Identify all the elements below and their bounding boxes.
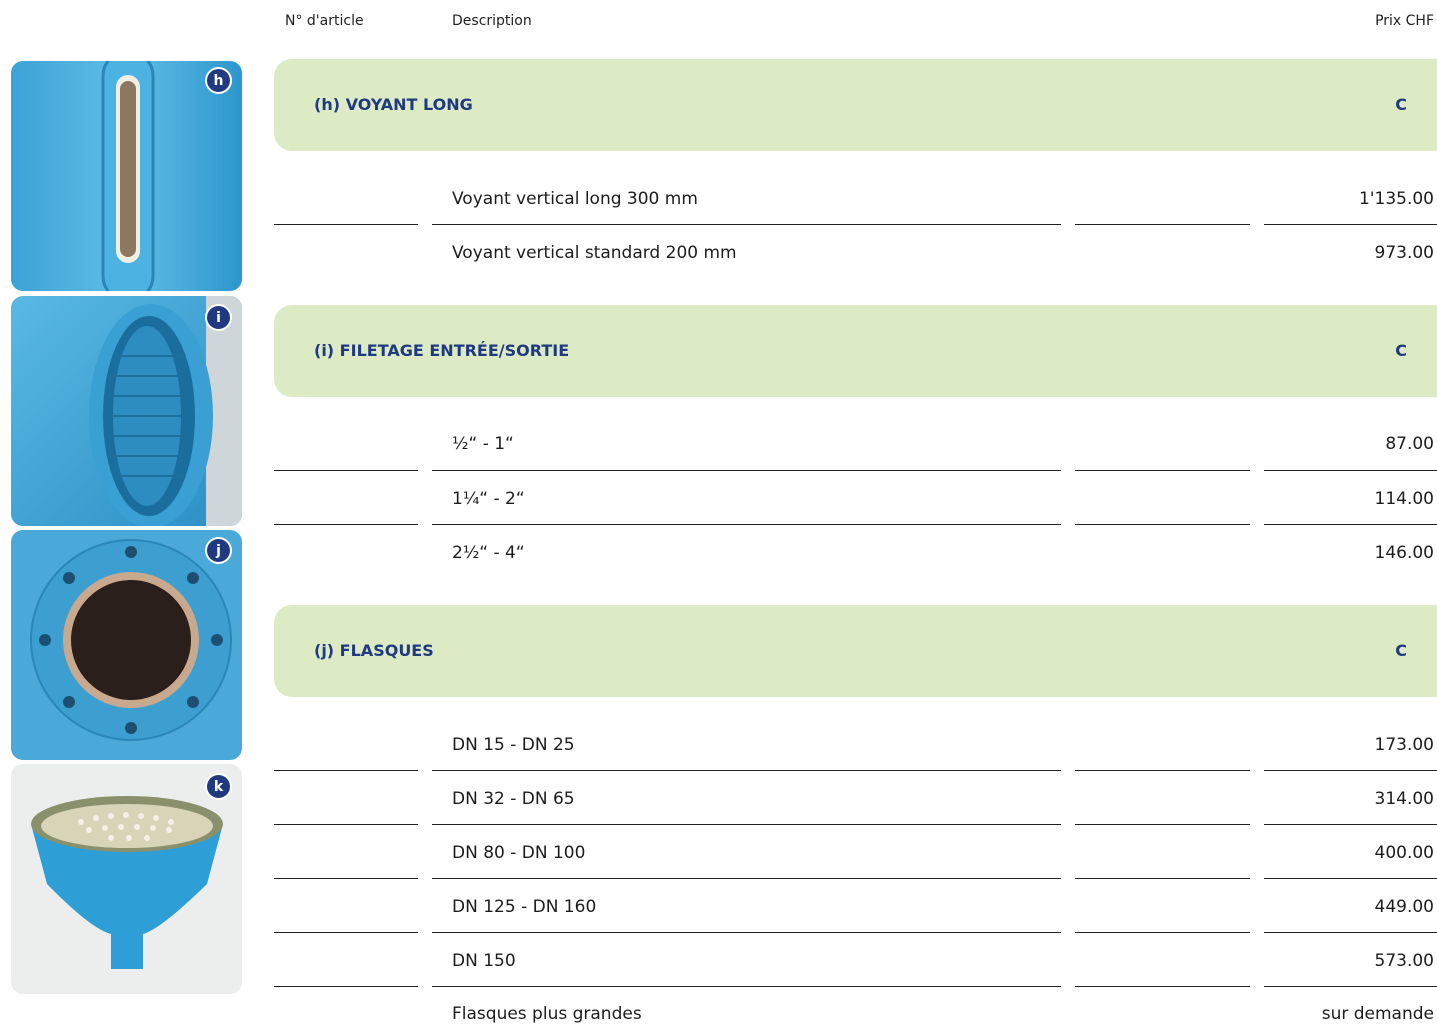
row-divider [432, 932, 1061, 933]
photo-badge-j: j [205, 537, 232, 564]
row-description: DN 32 - DN 65 [452, 789, 575, 809]
section-header-j: (j) FLASQUES C [274, 605, 1437, 697]
row-price: 173.00 [1374, 735, 1434, 755]
strainer-funnel-photo [11, 764, 242, 994]
section-code: C [1395, 95, 1407, 114]
section-header-i: (i) FILETAGE ENTRÉE/SORTIE C [274, 305, 1437, 397]
row-description: Flasques plus grandes [452, 1004, 642, 1024]
row-description: DN 150 [452, 951, 516, 971]
row-divider [1264, 470, 1437, 471]
row-price: 449.00 [1374, 897, 1434, 917]
row-description: Voyant vertical standard 200 mm [452, 243, 737, 263]
column-header-price: Prix CHF [1375, 13, 1434, 29]
row-description: DN 15 - DN 25 [452, 735, 575, 755]
row-price: 87.00 [1385, 434, 1434, 454]
column-header-description: Description [452, 13, 532, 29]
row-divider [274, 878, 418, 879]
row-divider [274, 824, 418, 825]
flange-photo [11, 530, 242, 760]
row-divider [1264, 932, 1437, 933]
row-divider [1264, 770, 1437, 771]
row-divider [432, 470, 1061, 471]
row-divider [1075, 224, 1250, 225]
section-title: (j) FLASQUES [314, 641, 434, 660]
row-divider [1264, 824, 1437, 825]
row-divider [432, 824, 1061, 825]
row-divider [1264, 878, 1437, 879]
threaded-port-photo [11, 296, 242, 526]
row-divider [274, 770, 418, 771]
row-description: DN 125 - DN 160 [452, 897, 597, 917]
section-header-h: (h) VOYANT LONG C [274, 59, 1437, 151]
photo-badge-k: k [205, 773, 232, 800]
row-divider [274, 470, 418, 471]
row-divider [1264, 224, 1437, 225]
row-divider [432, 878, 1061, 879]
row-description: Voyant vertical long 300 mm [452, 189, 698, 209]
section-code: C [1395, 341, 1407, 360]
row-price: 314.00 [1374, 789, 1434, 809]
row-price: 1'135.00 [1359, 189, 1434, 209]
section-code: C [1395, 641, 1407, 660]
section-title: (i) FILETAGE ENTRÉE/SORTIE [314, 341, 570, 360]
row-divider [1075, 770, 1250, 771]
row-divider [274, 932, 418, 933]
row-divider [432, 524, 1061, 525]
column-header-article-no: N° d'article [285, 13, 364, 29]
row-divider [274, 224, 418, 225]
row-divider [1075, 524, 1250, 525]
sight-glass-photo [11, 61, 242, 291]
row-price: sur demande [1321, 1004, 1434, 1024]
row-divider [1075, 824, 1250, 825]
row-price: 973.00 [1374, 243, 1434, 263]
row-divider [274, 524, 418, 525]
row-description: 2½“ - 4“ [452, 543, 525, 563]
row-divider [1264, 986, 1437, 987]
row-description: DN 80 - DN 100 [452, 843, 586, 863]
photo-badge-i: i [205, 304, 232, 331]
row-divider [1075, 932, 1250, 933]
row-price: 114.00 [1374, 489, 1434, 509]
row-price: 146.00 [1374, 543, 1434, 563]
row-divider [432, 770, 1061, 771]
photo-badge-h: h [205, 67, 232, 94]
row-price: 573.00 [1374, 951, 1434, 971]
section-title: (h) VOYANT LONG [314, 95, 473, 114]
row-divider [432, 224, 1061, 225]
row-divider [432, 986, 1061, 987]
row-divider [1075, 470, 1250, 471]
row-price: 400.00 [1374, 843, 1434, 863]
row-divider [1075, 986, 1250, 987]
row-divider [1075, 878, 1250, 879]
row-divider [1264, 524, 1437, 525]
row-description: ½“ - 1“ [452, 434, 514, 454]
row-divider [274, 986, 418, 987]
row-description: 1¼“ - 2“ [452, 489, 525, 509]
